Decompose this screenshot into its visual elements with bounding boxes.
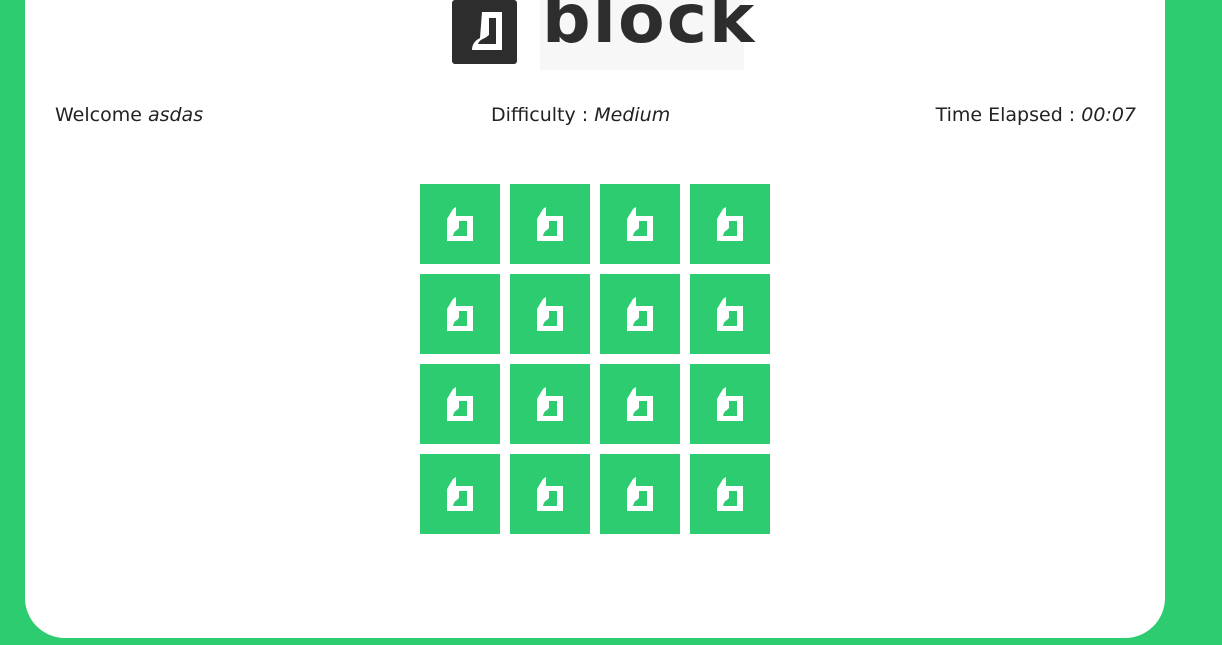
block-logo-icon — [537, 387, 563, 421]
block-logo-icon — [717, 207, 743, 241]
difficulty-text: Difficulty : Medium — [491, 103, 670, 127]
block-logo-icon — [537, 297, 563, 331]
memory-tile[interactable] — [420, 364, 500, 444]
memory-tile[interactable] — [690, 454, 770, 534]
block-logo-icon — [452, 0, 517, 64]
block-logo-icon — [717, 297, 743, 331]
difficulty-value: Medium — [594, 104, 671, 126]
memory-tile[interactable] — [600, 184, 680, 264]
username: asdas — [147, 104, 204, 126]
memory-tile[interactable] — [510, 274, 590, 354]
block-logo-icon — [627, 207, 653, 241]
memory-tile[interactable] — [510, 364, 590, 444]
block-logo-icon — [447, 387, 473, 421]
memory-tile[interactable] — [420, 454, 500, 534]
memory-tile[interactable] — [600, 454, 680, 534]
memory-tile[interactable] — [690, 274, 770, 354]
memory-tile[interactable] — [600, 364, 680, 444]
block-logo: block — [450, 0, 754, 72]
difficulty-label: Difficulty : — [491, 104, 595, 126]
memory-tile[interactable] — [510, 454, 590, 534]
logo-wordmark: block — [542, 0, 757, 59]
time-elapsed-label: Time Elapsed : — [935, 104, 1082, 126]
welcome-text: Welcome asdas — [55, 103, 203, 127]
welcome-label: Welcome — [55, 104, 148, 126]
memory-tile[interactable] — [420, 274, 500, 354]
block-logo-icon — [537, 477, 563, 511]
block-logo-icon — [447, 297, 473, 331]
block-logo-icon — [447, 207, 473, 241]
time-elapsed-text: Time Elapsed : 00:07 — [936, 103, 1136, 127]
block-logo-icon — [717, 387, 743, 421]
memory-tile[interactable] — [690, 184, 770, 264]
block-logo-icon — [627, 477, 653, 511]
time-elapsed-value: 00:07 — [1081, 104, 1136, 126]
block-logo-icon — [717, 477, 743, 511]
memory-tile[interactable] — [600, 274, 680, 354]
block-logo-icon — [627, 297, 653, 331]
memory-board — [420, 184, 770, 534]
block-logo-icon — [537, 207, 563, 241]
memory-tile[interactable] — [690, 364, 770, 444]
block-logo-icon — [447, 477, 473, 511]
memory-tile[interactable] — [510, 184, 590, 264]
memory-tile[interactable] — [420, 184, 500, 264]
block-logo-icon — [627, 387, 653, 421]
